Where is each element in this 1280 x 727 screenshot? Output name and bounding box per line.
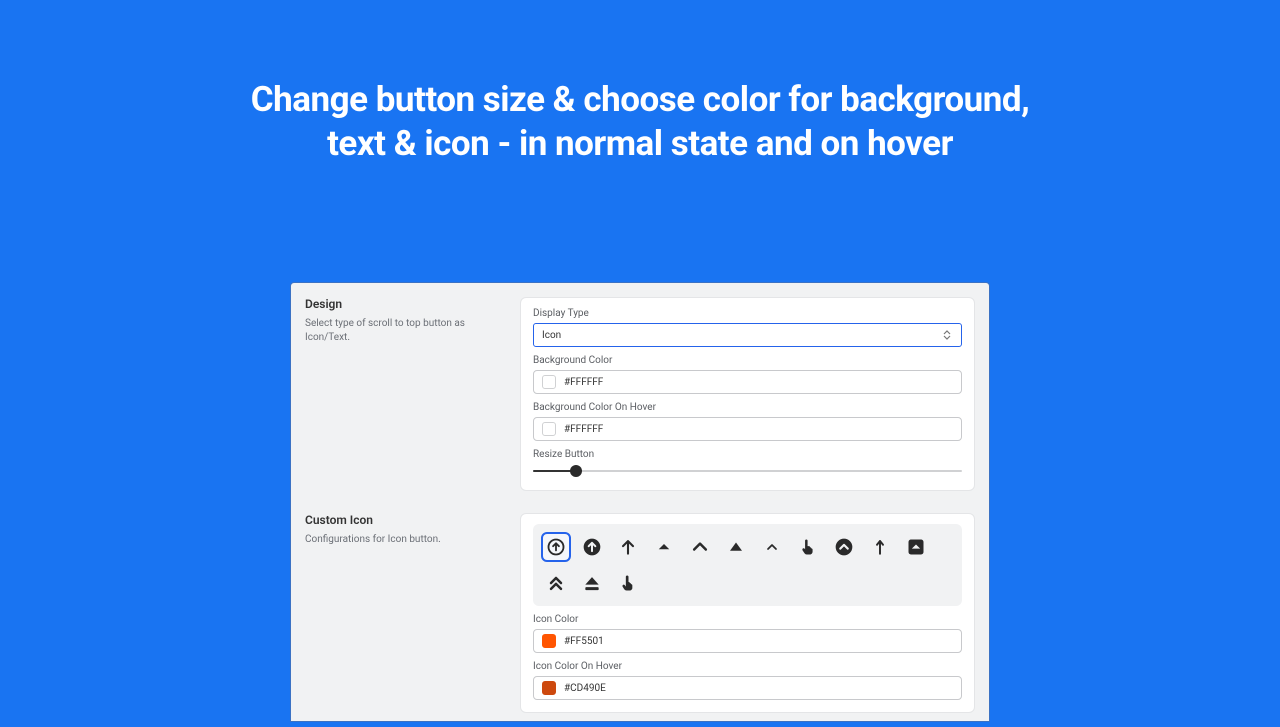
arrow-up-thin-icon[interactable] xyxy=(865,532,895,562)
bg-hover-input[interactable]: #FFFFFF xyxy=(533,417,962,441)
icon-color-label: Icon Color xyxy=(533,614,962,625)
icon-color-value: #FF5501 xyxy=(564,636,604,647)
triangle-up-small-icon[interactable] xyxy=(649,532,679,562)
hero-heading: Change button size & choose color for ba… xyxy=(0,0,1280,166)
icon-picker xyxy=(533,524,962,606)
display-type-label: Display Type xyxy=(533,308,962,319)
settings-panel: Design Select type of scroll to top butt… xyxy=(290,282,990,722)
hero-line2: text & icon - in normal state and on hov… xyxy=(0,122,1280,166)
design-title: Design xyxy=(305,297,510,311)
display-type-select[interactable]: Icon xyxy=(533,323,962,347)
select-chevrons-icon xyxy=(943,329,953,341)
circle-arrow-up-outline-icon[interactable] xyxy=(541,532,571,562)
icon-hover-swatch xyxy=(542,681,556,695)
bg-hover-label: Background Color On Hover xyxy=(533,402,962,413)
design-section: Design Select type of scroll to top butt… xyxy=(291,283,989,505)
custom-icon-info: Custom Icon Configurations for Icon butt… xyxy=(305,513,520,713)
bg-color-swatch xyxy=(542,375,556,389)
icon-hover-value: #CD490E xyxy=(564,683,606,694)
bg-color-label: Background Color xyxy=(533,355,962,366)
icon-color-input[interactable]: #FF5501 xyxy=(533,629,962,653)
bg-color-value: #FFFFFF xyxy=(564,377,603,388)
custom-icon-title: Custom Icon xyxy=(305,513,510,527)
slider-thumb[interactable] xyxy=(570,465,582,477)
circle-arrow-up-fill-icon[interactable] xyxy=(577,532,607,562)
custom-icon-card: Icon Color #FF5501 Icon Color On Hover #… xyxy=(520,513,975,713)
custom-icon-section: Custom Icon Configurations for Icon butt… xyxy=(291,505,989,727)
slider-track xyxy=(533,470,962,472)
square-caret-up-icon[interactable] xyxy=(901,532,931,562)
arrow-up-icon[interactable] xyxy=(613,532,643,562)
double-chevron-up-icon[interactable] xyxy=(541,568,571,598)
hero-line1: Change button size & choose color for ba… xyxy=(0,78,1280,122)
hand-point-up-solid-icon[interactable] xyxy=(613,568,643,598)
icon-hover-label: Icon Color On Hover xyxy=(533,661,962,672)
icon-hover-input[interactable]: #CD490E xyxy=(533,676,962,700)
resize-label: Resize Button xyxy=(533,449,962,460)
chevron-up-icon[interactable] xyxy=(685,532,715,562)
bg-hover-swatch xyxy=(542,422,556,436)
circle-chevron-up-icon[interactable] xyxy=(829,532,859,562)
icon-color-swatch xyxy=(542,634,556,648)
triangle-up-icon[interactable] xyxy=(721,532,751,562)
design-card: Display Type Icon Background Color #FFFF… xyxy=(520,297,975,491)
bg-color-input[interactable]: #FFFFFF xyxy=(533,370,962,394)
chevron-up-small-icon[interactable] xyxy=(757,532,787,562)
eject-icon[interactable] xyxy=(577,568,607,598)
hand-pointer-up-icon[interactable] xyxy=(793,532,823,562)
design-desc: Select type of scroll to top button as I… xyxy=(305,317,510,345)
bg-hover-value: #FFFFFF xyxy=(564,424,603,435)
design-section-info: Design Select type of scroll to top butt… xyxy=(305,297,520,491)
display-type-value: Icon xyxy=(542,330,561,341)
resize-slider[interactable] xyxy=(533,464,962,478)
custom-icon-desc: Configurations for Icon button. xyxy=(305,533,510,547)
